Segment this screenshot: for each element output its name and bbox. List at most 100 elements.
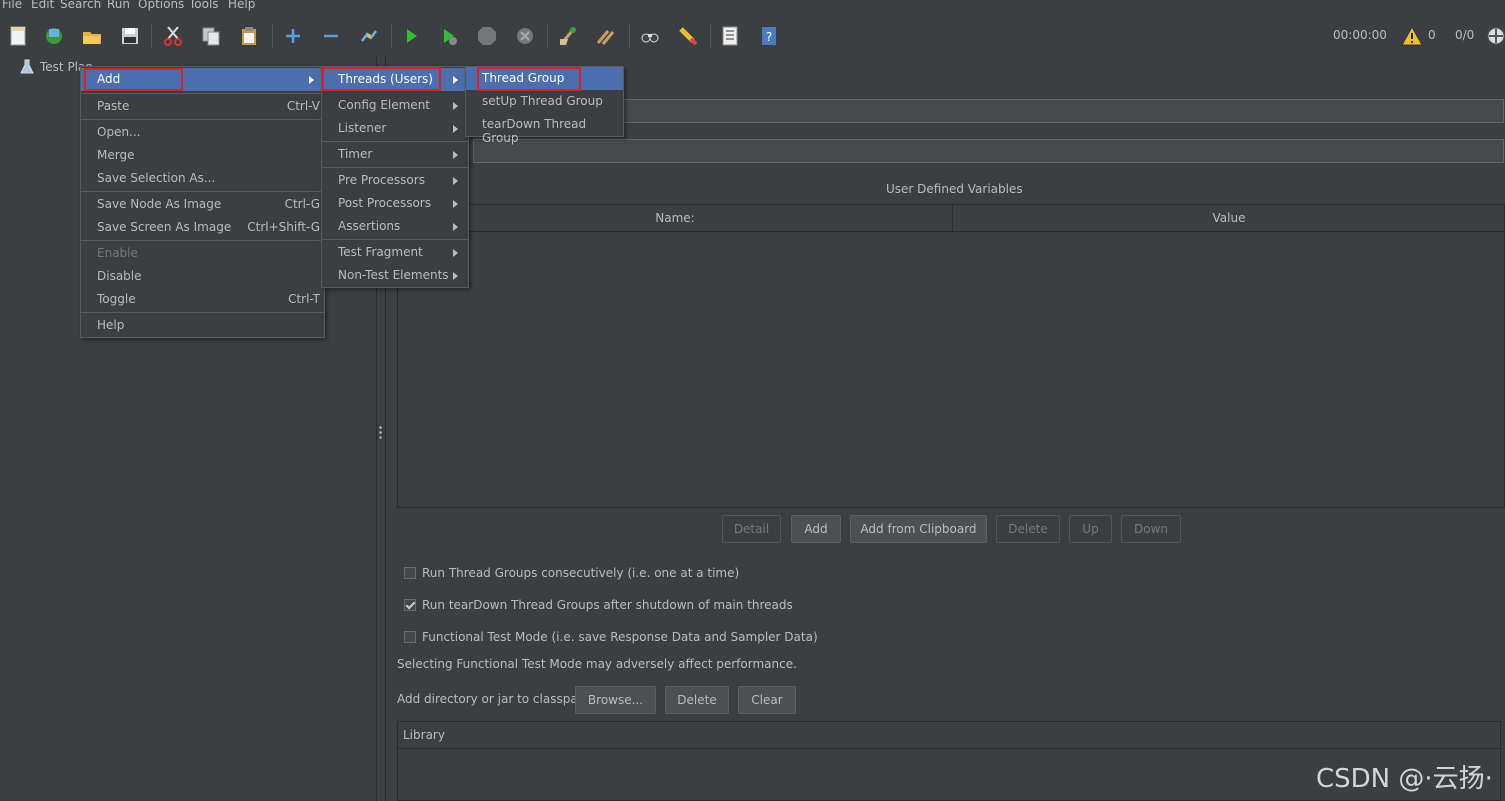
menu-edit[interactable]: Edit — [31, 0, 54, 11]
classpath-clear-button[interactable]: Clear — [738, 686, 796, 714]
stop-icon[interactable] — [475, 24, 499, 48]
menu-item-label: Non-Test Elements — [338, 268, 449, 282]
column-name[interactable]: Name: — [398, 205, 953, 231]
reset-search-icon[interactable] — [676, 24, 700, 48]
menu-item-label: setUp Thread Group — [482, 94, 603, 108]
browse-button[interactable]: Browse... — [575, 686, 656, 714]
templates-icon[interactable] — [42, 24, 66, 48]
menu-item-open[interactable]: Open... — [81, 121, 324, 144]
search-icon[interactable] — [638, 24, 662, 48]
copy-icon[interactable] — [199, 24, 223, 48]
checkbox-label: Run Thread Groups consecutively (i.e. on… — [422, 566, 740, 580]
checkbox-box[interactable] — [404, 567, 416, 579]
add-from-clipboard-button[interactable]: Add from Clipboard — [850, 515, 987, 543]
submenu-arrow-icon — [453, 76, 458, 84]
menu-item-paste[interactable]: Paste Ctrl-V — [81, 95, 324, 118]
checkbox-box[interactable] — [404, 599, 416, 611]
menu-item-assertions[interactable]: Assertions — [322, 215, 468, 238]
paste-icon[interactable] — [237, 24, 261, 48]
classpath-delete-button[interactable]: Delete — [665, 686, 729, 714]
help-icon[interactable]: ? — [757, 24, 781, 48]
up-button[interactable]: Up — [1069, 515, 1112, 543]
down-button[interactable]: Down — [1121, 515, 1181, 543]
flask-icon — [20, 59, 34, 74]
open-icon[interactable] — [80, 24, 104, 48]
highlight-box — [322, 67, 441, 91]
toggle-icon[interactable] — [357, 24, 381, 48]
function-helper-icon[interactable] — [718, 24, 742, 48]
menu-item-test-fragment[interactable]: Test Fragment — [322, 241, 468, 264]
menu-search[interactable]: Search — [60, 0, 101, 11]
run-teardown-checkbox[interactable]: Run tearDown Thread Groups after shutdow… — [404, 598, 793, 612]
detail-button[interactable]: Detail — [722, 515, 781, 543]
shutdown-icon[interactable] — [513, 24, 537, 48]
clear-all-icon[interactable] — [594, 24, 618, 48]
udv-title: User Defined Variables — [886, 182, 1023, 196]
start-icon[interactable] — [399, 24, 423, 48]
cut-icon[interactable] — [161, 24, 185, 48]
menu-item-save-node-image[interactable]: Save Node As Image Ctrl-G — [81, 193, 324, 216]
functional-mode-note: Selecting Functional Test Mode may adver… — [397, 657, 797, 671]
menu-separator — [322, 141, 468, 142]
add-submenu: Threads (Users) Config Element Listener … — [321, 66, 469, 288]
run-consecutively-checkbox[interactable]: Run Thread Groups consecutively (i.e. on… — [404, 566, 739, 580]
menu-item-label: Config Element — [338, 98, 430, 112]
menu-item-label: Save Screen As Image — [97, 220, 232, 234]
start-no-pauses-icon[interactable] — [437, 24, 461, 48]
menu-item-label: Post Processors — [338, 196, 431, 210]
checkbox-box[interactable] — [404, 631, 416, 643]
expand-icon[interactable] — [281, 24, 305, 48]
menu-item-config-element[interactable]: Config Element — [322, 94, 468, 117]
menu-item-label: Disable — [97, 269, 142, 283]
menu-run[interactable]: Run — [107, 0, 130, 11]
submenu-arrow-icon — [453, 102, 458, 110]
save-icon[interactable] — [118, 24, 142, 48]
menu-item-help[interactable]: Help — [81, 314, 324, 337]
warning-count: 0 — [1428, 28, 1436, 42]
menu-options[interactable]: Options — [138, 0, 184, 11]
clear-icon[interactable] — [556, 24, 580, 48]
menu-item-label: Enable — [97, 246, 138, 260]
menu-item-pre-processors[interactable]: Pre Processors — [322, 169, 468, 192]
new-icon[interactable] — [6, 24, 30, 48]
warning-icon[interactable] — [1400, 24, 1424, 48]
toolbar-separator — [547, 24, 548, 48]
remote-status-icon — [1484, 24, 1505, 48]
menu-item-save-screen-image[interactable]: Save Screen As Image Ctrl+Shift-G — [81, 216, 324, 239]
menu-item-label: Toggle — [97, 292, 136, 306]
collapse-icon[interactable] — [319, 24, 343, 48]
name-field[interactable] — [473, 99, 1504, 123]
menu-item-save-selection[interactable]: Save Selection As... — [81, 167, 324, 190]
toolbar-separator — [710, 24, 711, 48]
menu-item-setup-thread-group[interactable]: setUp Thread Group — [466, 90, 623, 113]
library-header: Library — [398, 722, 1500, 749]
menu-item-non-test-elements[interactable]: Non-Test Elements — [322, 264, 468, 287]
menu-tools[interactable]: Tools — [189, 0, 219, 11]
menu-item-label: Timer — [338, 147, 373, 161]
submenu-arrow-icon — [309, 76, 314, 84]
menu-item-label: Paste — [97, 99, 130, 113]
submenu-arrow-icon — [453, 177, 458, 185]
watermark: CSDN @·云扬· — [1316, 764, 1493, 794]
menu-item-label: Pre Processors — [338, 173, 425, 187]
menu-item-post-processors[interactable]: Post Processors — [322, 192, 468, 215]
menu-item-disable[interactable]: Disable — [81, 265, 324, 288]
submenu-arrow-icon — [453, 249, 458, 257]
menu-item-accelerator: Ctrl-T — [288, 292, 320, 306]
menu-help[interactable]: Help — [228, 0, 255, 11]
menu-item-listener[interactable]: Listener — [322, 117, 468, 140]
menu-item-timer[interactable]: Timer — [322, 143, 468, 166]
menu-file[interactable]: File — [2, 0, 22, 11]
menu-item-label: Listener — [338, 121, 387, 135]
add-button[interactable]: Add — [791, 515, 841, 543]
classpath-label: Add directory or jar to classpath — [397, 692, 591, 706]
udv-table[interactable]: Name: Value — [397, 204, 1505, 508]
menu-item-merge[interactable]: Merge — [81, 144, 324, 167]
functional-test-mode-checkbox[interactable]: Functional Test Mode (i.e. save Response… — [404, 630, 818, 644]
menu-item-teardown-thread-group[interactable]: tearDown Thread Group — [466, 113, 623, 145]
menu-item-toggle[interactable]: Toggle Ctrl-T — [81, 288, 324, 311]
delete-button[interactable]: Delete — [996, 515, 1060, 543]
column-value[interactable]: Value — [953, 205, 1505, 231]
comments-field[interactable] — [473, 139, 1504, 163]
menu-separator — [81, 93, 324, 94]
